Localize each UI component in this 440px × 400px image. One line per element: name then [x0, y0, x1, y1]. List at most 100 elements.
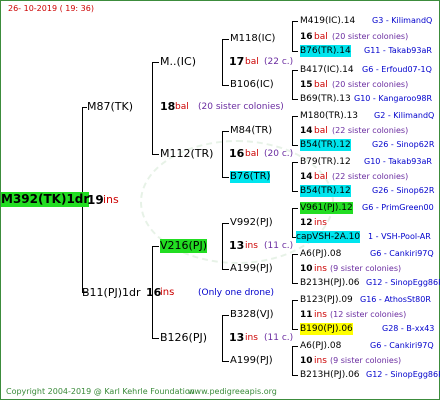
gen4-suffix: ins: [314, 356, 327, 366]
gen4-year: 10: [300, 264, 313, 274]
gen2-year: 16: [229, 147, 245, 160]
gen3-queen: B106(IC): [230, 79, 274, 90]
gen1-father-note: (Only one drone): [198, 288, 275, 298]
gen4-year: 15: [300, 80, 313, 90]
gen4-breeder: G2 - KilimandQ: [374, 111, 435, 120]
connector: [292, 191, 298, 192]
gen3-queen: M118(IC): [230, 33, 276, 44]
gen4-breeder: G26 - Sinop62R: [372, 140, 435, 149]
connector: [152, 62, 153, 154]
gen1-father-suffix: ins: [160, 287, 175, 298]
gen4-queen: A6(PJ).08: [300, 341, 342, 351]
connector: [292, 300, 298, 301]
gen4-breeder: G6 - PrimGreen00: [362, 203, 434, 212]
gen4-queen: V961(PJ).12: [300, 202, 353, 214]
gen4-queen: B213H(PJ).06: [300, 370, 360, 380]
gen4-breeder: G16 - AthosSt80R: [360, 295, 431, 304]
gen4-breeder: G11 - Takab93aR: [364, 46, 432, 55]
gen3-queen: V992(PJ): [230, 217, 273, 228]
connector: [152, 62, 159, 63]
connector: [292, 21, 298, 22]
gen4-year: 10: [300, 356, 313, 366]
gen2-suffix: ins: [245, 241, 258, 251]
connector: [292, 254, 298, 255]
gen4-suffix: ins: [314, 310, 327, 320]
connector: [152, 246, 159, 247]
gen4-note: (9 sister colonies): [330, 264, 402, 273]
gen4-queen: B54(TR).12: [300, 139, 351, 151]
copyright-text: Copyright 2004-2019 @ Karl Kehrle Founda…: [6, 387, 195, 396]
connector: [292, 300, 293, 330]
connector: [222, 223, 223, 270]
gen2-year: 13: [229, 331, 245, 344]
gen2-suffix: ins: [245, 333, 258, 343]
gen2-year: 18: [160, 100, 176, 113]
gen2-queen: M112(TR): [160, 147, 214, 160]
gen4-year: 14: [300, 126, 313, 136]
root-queen: M392(TK)1dr: [1, 192, 90, 207]
gen2-note: (20 c.): [264, 149, 294, 159]
gen1-queen-mother: M87(TK): [87, 100, 134, 113]
gen4-queen: B79(TR).12: [300, 157, 351, 167]
gen4-suffix: ins: [314, 264, 327, 274]
gen4-suffix: bal: [314, 80, 328, 90]
gen4-breeder: G6 - Erfoud07-1Q: [362, 65, 432, 74]
connector: [292, 329, 298, 330]
connector: [222, 269, 229, 270]
gen4-breeder: G28 - B-xx43: [382, 324, 435, 333]
date-stamp: 26- 10-2019 ( 19: 36): [8, 4, 94, 13]
connector: [292, 162, 298, 163]
gen4-queen: M419(IC).14: [300, 16, 356, 26]
gen2-queen: M..(IC): [160, 55, 196, 68]
gen3-queen: M84(TR): [230, 125, 273, 136]
gen2-year: 13: [229, 239, 245, 252]
connector: [292, 99, 298, 100]
gen4-breeder: G10 - Takab93aR: [364, 157, 432, 166]
gen2-suffix: bal: [175, 102, 189, 112]
connector: [222, 223, 229, 224]
gen4-note: (22 sister colonies): [332, 172, 409, 181]
gen2-note: (20 sister colonies): [198, 102, 284, 112]
root-year: 19: [87, 193, 104, 207]
gen4-queen: B69(TR).13: [300, 94, 351, 104]
gen2-suffix: bal: [245, 149, 259, 159]
site-link[interactable]: www.pedigreeapis.org: [188, 386, 277, 398]
connector: [222, 177, 229, 178]
gen3-year: 17: [229, 55, 245, 68]
gen4-breeder: G6 - Cankiri97Q: [370, 341, 434, 350]
gen4-breeder: G6 - Cankiri97Q: [370, 249, 434, 258]
gen4-year: 12: [300, 218, 313, 228]
connector: [292, 116, 298, 117]
gen4-breeder: G26 - Sinop62R: [372, 186, 435, 195]
gen2-queen: V216(PJ): [160, 239, 207, 253]
gen4-year: 16: [300, 32, 313, 42]
gen2-note: (11 c.): [264, 241, 294, 251]
gen4-suffix: bal: [314, 32, 328, 42]
connector: [292, 162, 293, 192]
connector: [152, 154, 159, 155]
gen1-queen-father: B11(PJ)1dr: [82, 286, 141, 299]
gen4-breeder: G12 - SinopEgg86R: [366, 370, 440, 379]
root-suffix: ins: [103, 193, 119, 206]
connector: [292, 283, 298, 284]
gen2-note: (11 c.): [264, 333, 294, 343]
connector: [222, 39, 229, 40]
connector: [292, 116, 293, 146]
gen4-note: (9 sister colonies): [330, 356, 402, 365]
gen4-breeder: 1 - VSH-Pool-AR: [368, 232, 431, 241]
connector: [222, 131, 223, 178]
gen4-breeder: G3 - KilimandQ: [372, 16, 433, 25]
gen4-queen: B54(TR).12: [300, 185, 351, 197]
gen4-suffix: bal: [314, 172, 328, 182]
connector: [292, 346, 298, 347]
gen4-note: (20 sister colonies): [332, 32, 409, 41]
gen4-year: 11: [300, 310, 313, 320]
gen4-year: 14: [300, 172, 313, 182]
connector: [292, 145, 298, 146]
connector: [222, 131, 229, 132]
connector: [292, 70, 293, 100]
gen4-queen: capVSH-2A.10: [296, 231, 361, 243]
connector: [222, 315, 223, 362]
gen4-queen: B213H(PJ).06: [300, 278, 360, 288]
connector: [222, 39, 223, 86]
